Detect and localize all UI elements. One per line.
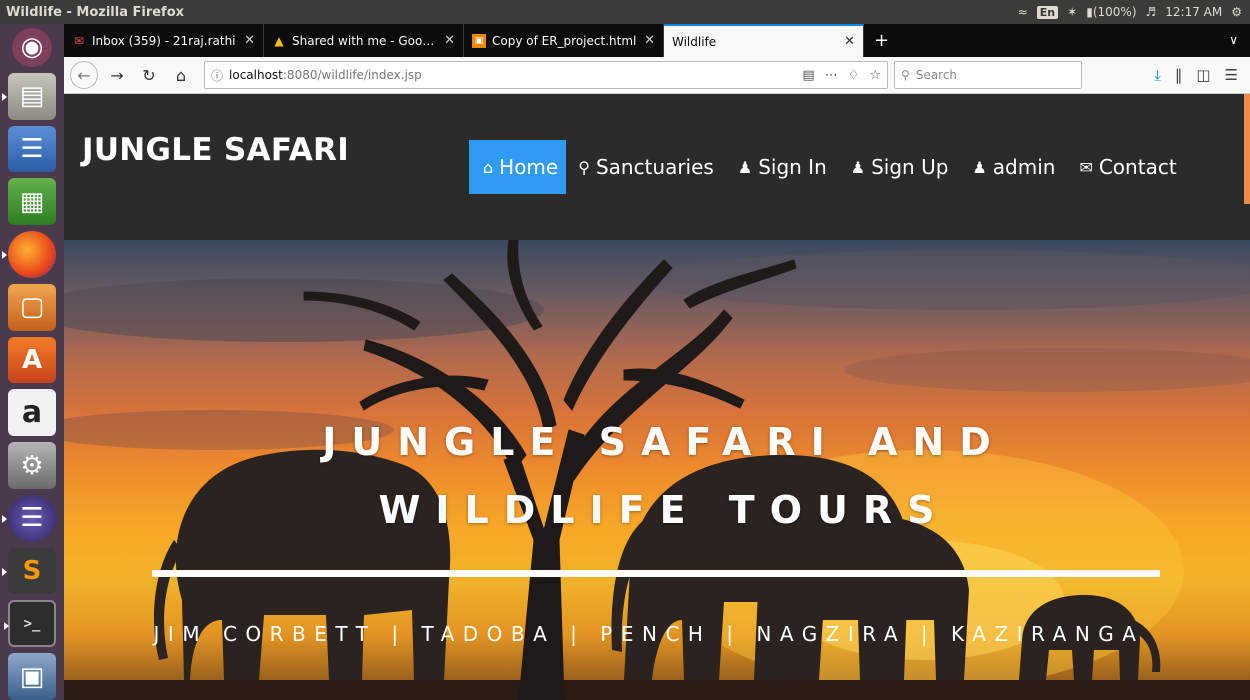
ubuntu-launcher: ◉ ▤ ☰ ▦ ▢ A a ⚙ ☰ S >_ ▣ [0, 24, 64, 700]
hero-divider [152, 570, 1160, 577]
library-icon[interactable]: ‖ [1175, 66, 1183, 84]
settings-icon[interactable]: ⚙ [8, 442, 56, 489]
search-icon: ⚲ [578, 157, 590, 177]
battery-status[interactable]: ▮(100%) [1086, 5, 1136, 19]
sublime-icon[interactable]: S [2, 547, 56, 595]
back-button[interactable]: ← [70, 61, 98, 89]
url-bar[interactable]: ⓘ localhost:8080/wildlife/index.jsp ▤ ⋯ … [204, 61, 888, 89]
web-page: JUNGLE SAFARI ⌂ Home ⚲ Sanctuaries ♟ Sig… [64, 94, 1250, 700]
nav-home[interactable]: ⌂ Home [469, 140, 567, 194]
window-title: Wildlife - Mozilla Firefox [6, 4, 185, 20]
bluetooth-icon[interactable]: ✶ [1067, 5, 1077, 19]
download-icon[interactable]: ⤓ [1154, 66, 1161, 84]
nav-sign-in[interactable]: ♟ Sign In [726, 140, 839, 194]
os-top-panel: Wildlife - Mozilla Firefox ≈ En ✶ ▮(100%… [0, 0, 1250, 24]
ubuntu-icon[interactable]: ◉ [12, 28, 52, 67]
pocket-icon[interactable]: ♢ [848, 68, 860, 83]
nav-label: Sign In [758, 155, 827, 179]
calc-icon[interactable]: ▦ [8, 178, 56, 226]
tab-label: Inbox (359) - 21raj.rathi [92, 33, 236, 48]
user-icon: ♟ [850, 157, 866, 177]
reader-view-icon[interactable]: ▤ [802, 68, 814, 83]
keyboard-layout[interactable]: En [1036, 5, 1059, 19]
nav-label: Sanctuaries [595, 155, 714, 179]
hero-subtitle: JIM CORBETT | TADOBA | PENCH | NAGZIRA |… [153, 622, 1145, 646]
hero-banner: JUNGLE SAFARI AND WILDLIFE TOURS JIM COR… [64, 240, 1250, 700]
url-host: localhost [229, 68, 283, 82]
chevron-down-icon[interactable]: ∨ [1217, 24, 1250, 57]
info-icon[interactable]: ⓘ [211, 67, 223, 84]
reload-button[interactable]: ↻ [136, 62, 162, 88]
site-header: JUNGLE SAFARI ⌂ Home ⚲ Sanctuaries ♟ Sig… [64, 94, 1250, 240]
tab-wildlife[interactable]: Wildlife ✕ [664, 24, 864, 57]
site-nav: ⌂ Home ⚲ Sanctuaries ♟ Sign In ♟ Sign Up… [469, 140, 1189, 194]
battery-text: (100%) [1092, 5, 1137, 19]
site-brand[interactable]: JUNGLE SAFARI [82, 132, 349, 168]
nav-label: Contact [1098, 155, 1177, 179]
clock[interactable]: 12:17 AM [1165, 5, 1222, 19]
firefox-icon[interactable] [2, 231, 56, 278]
search-icon: ⚲ [901, 68, 910, 82]
url-text[interactable]: localhost:8080/wildlife/index.jsp [229, 68, 796, 82]
screens-icon[interactable]: ▣ [8, 653, 56, 700]
nav-admin[interactable]: ♟ admin [960, 140, 1067, 194]
hero-title: JUNGLE SAFARI AND WILDLIFE TOURS [322, 420, 1006, 532]
home-button[interactable]: ⌂ [168, 62, 194, 88]
amazon-icon[interactable]: a [8, 389, 56, 437]
nav-label: Home [499, 155, 559, 179]
volume-icon[interactable]: ♬ [1146, 5, 1157, 19]
close-icon[interactable]: ✕ [244, 33, 255, 48]
tab-shared-with-me[interactable]: ▲ Shared with me - Google ✕ [264, 24, 464, 57]
url-path: :8080/wildlife/index.jsp [282, 68, 422, 82]
tab-label: Wildlife [672, 34, 717, 49]
gmail-icon: ✉ [73, 33, 85, 48]
browser-toolbar-icons: ⤓ ‖ ◫ ☰ [1154, 66, 1244, 84]
system-tray: ≈ En ✶ ▮(100%) ♬ 12:17 AM ⚙ [1018, 5, 1250, 19]
bookmark-star-icon[interactable]: ☆ [869, 68, 881, 83]
nav-sign-up[interactable]: ♟ Sign Up [839, 140, 961, 194]
sidebar-icon[interactable]: ◫ [1196, 66, 1210, 84]
search-bar[interactable]: ⚲ Search [894, 61, 1082, 89]
tab-label: Shared with me - Google [292, 33, 439, 48]
user-icon: ♟ [737, 157, 753, 177]
system-settings-icon[interactable]: ⚙ [1231, 5, 1242, 19]
drive-icon: ▲ [274, 33, 284, 48]
software-center-icon[interactable]: A [8, 336, 56, 384]
menu-icon[interactable]: ☰ [1225, 66, 1238, 84]
page-actions-icon[interactable]: ⋯ [825, 68, 838, 83]
files-icon[interactable]: ▤ [2, 72, 56, 120]
nav-label: Sign Up [871, 155, 949, 179]
close-icon[interactable]: ✕ [644, 33, 655, 48]
close-icon[interactable]: ✕ [444, 33, 455, 48]
wifi-icon[interactable]: ≈ [1018, 5, 1028, 19]
tab-inbox[interactable]: ✉ Inbox (359) - 21raj.rathi ✕ [64, 24, 264, 57]
browser-nav-bar: ← → ↻ ⌂ ⓘ localhost:8080/wildlife/index.… [64, 57, 1250, 94]
nav-contact[interactable]: ✉ Contact [1067, 140, 1188, 194]
page-scrollbar[interactable] [1244, 94, 1250, 204]
forward-button[interactable]: → [104, 62, 130, 88]
home-icon: ⌂ [175, 65, 187, 85]
impress-icon[interactable]: ▢ [8, 283, 56, 331]
battery-icon: ▮ [1086, 5, 1093, 19]
back-arrow-icon: ← [77, 65, 91, 85]
url-actions: ▤ ⋯ ♢ ☆ [802, 68, 881, 83]
drawio-icon: ▣ [472, 33, 486, 48]
nav-sanctuaries[interactable]: ⚲ Sanctuaries [566, 140, 726, 194]
search-placeholder: Search [915, 68, 958, 82]
tab-er-project[interactable]: ▣ Copy of ER_project.html ✕ [464, 24, 664, 57]
user-icon: ♟ [972, 157, 987, 177]
browser-tab-bar: ✉ Inbox (359) - 21raj.rathi ✕ ▲ Shared w… [64, 24, 1250, 57]
nav-label: admin [992, 155, 1056, 179]
home-icon: ⌂ [483, 157, 494, 177]
forward-arrow-icon: → [110, 65, 124, 85]
new-tab-button[interactable]: + [864, 24, 899, 57]
terminal-icon[interactable]: >_ [4, 600, 56, 648]
eclipse-icon[interactable]: ☰ [2, 494, 56, 542]
writer-icon[interactable]: ☰ [8, 125, 56, 173]
reload-icon: ↻ [142, 65, 156, 85]
tab-label: Copy of ER_project.html [492, 33, 637, 48]
close-icon[interactable]: ✕ [844, 34, 855, 49]
envelope-icon: ✉ [1079, 157, 1093, 177]
